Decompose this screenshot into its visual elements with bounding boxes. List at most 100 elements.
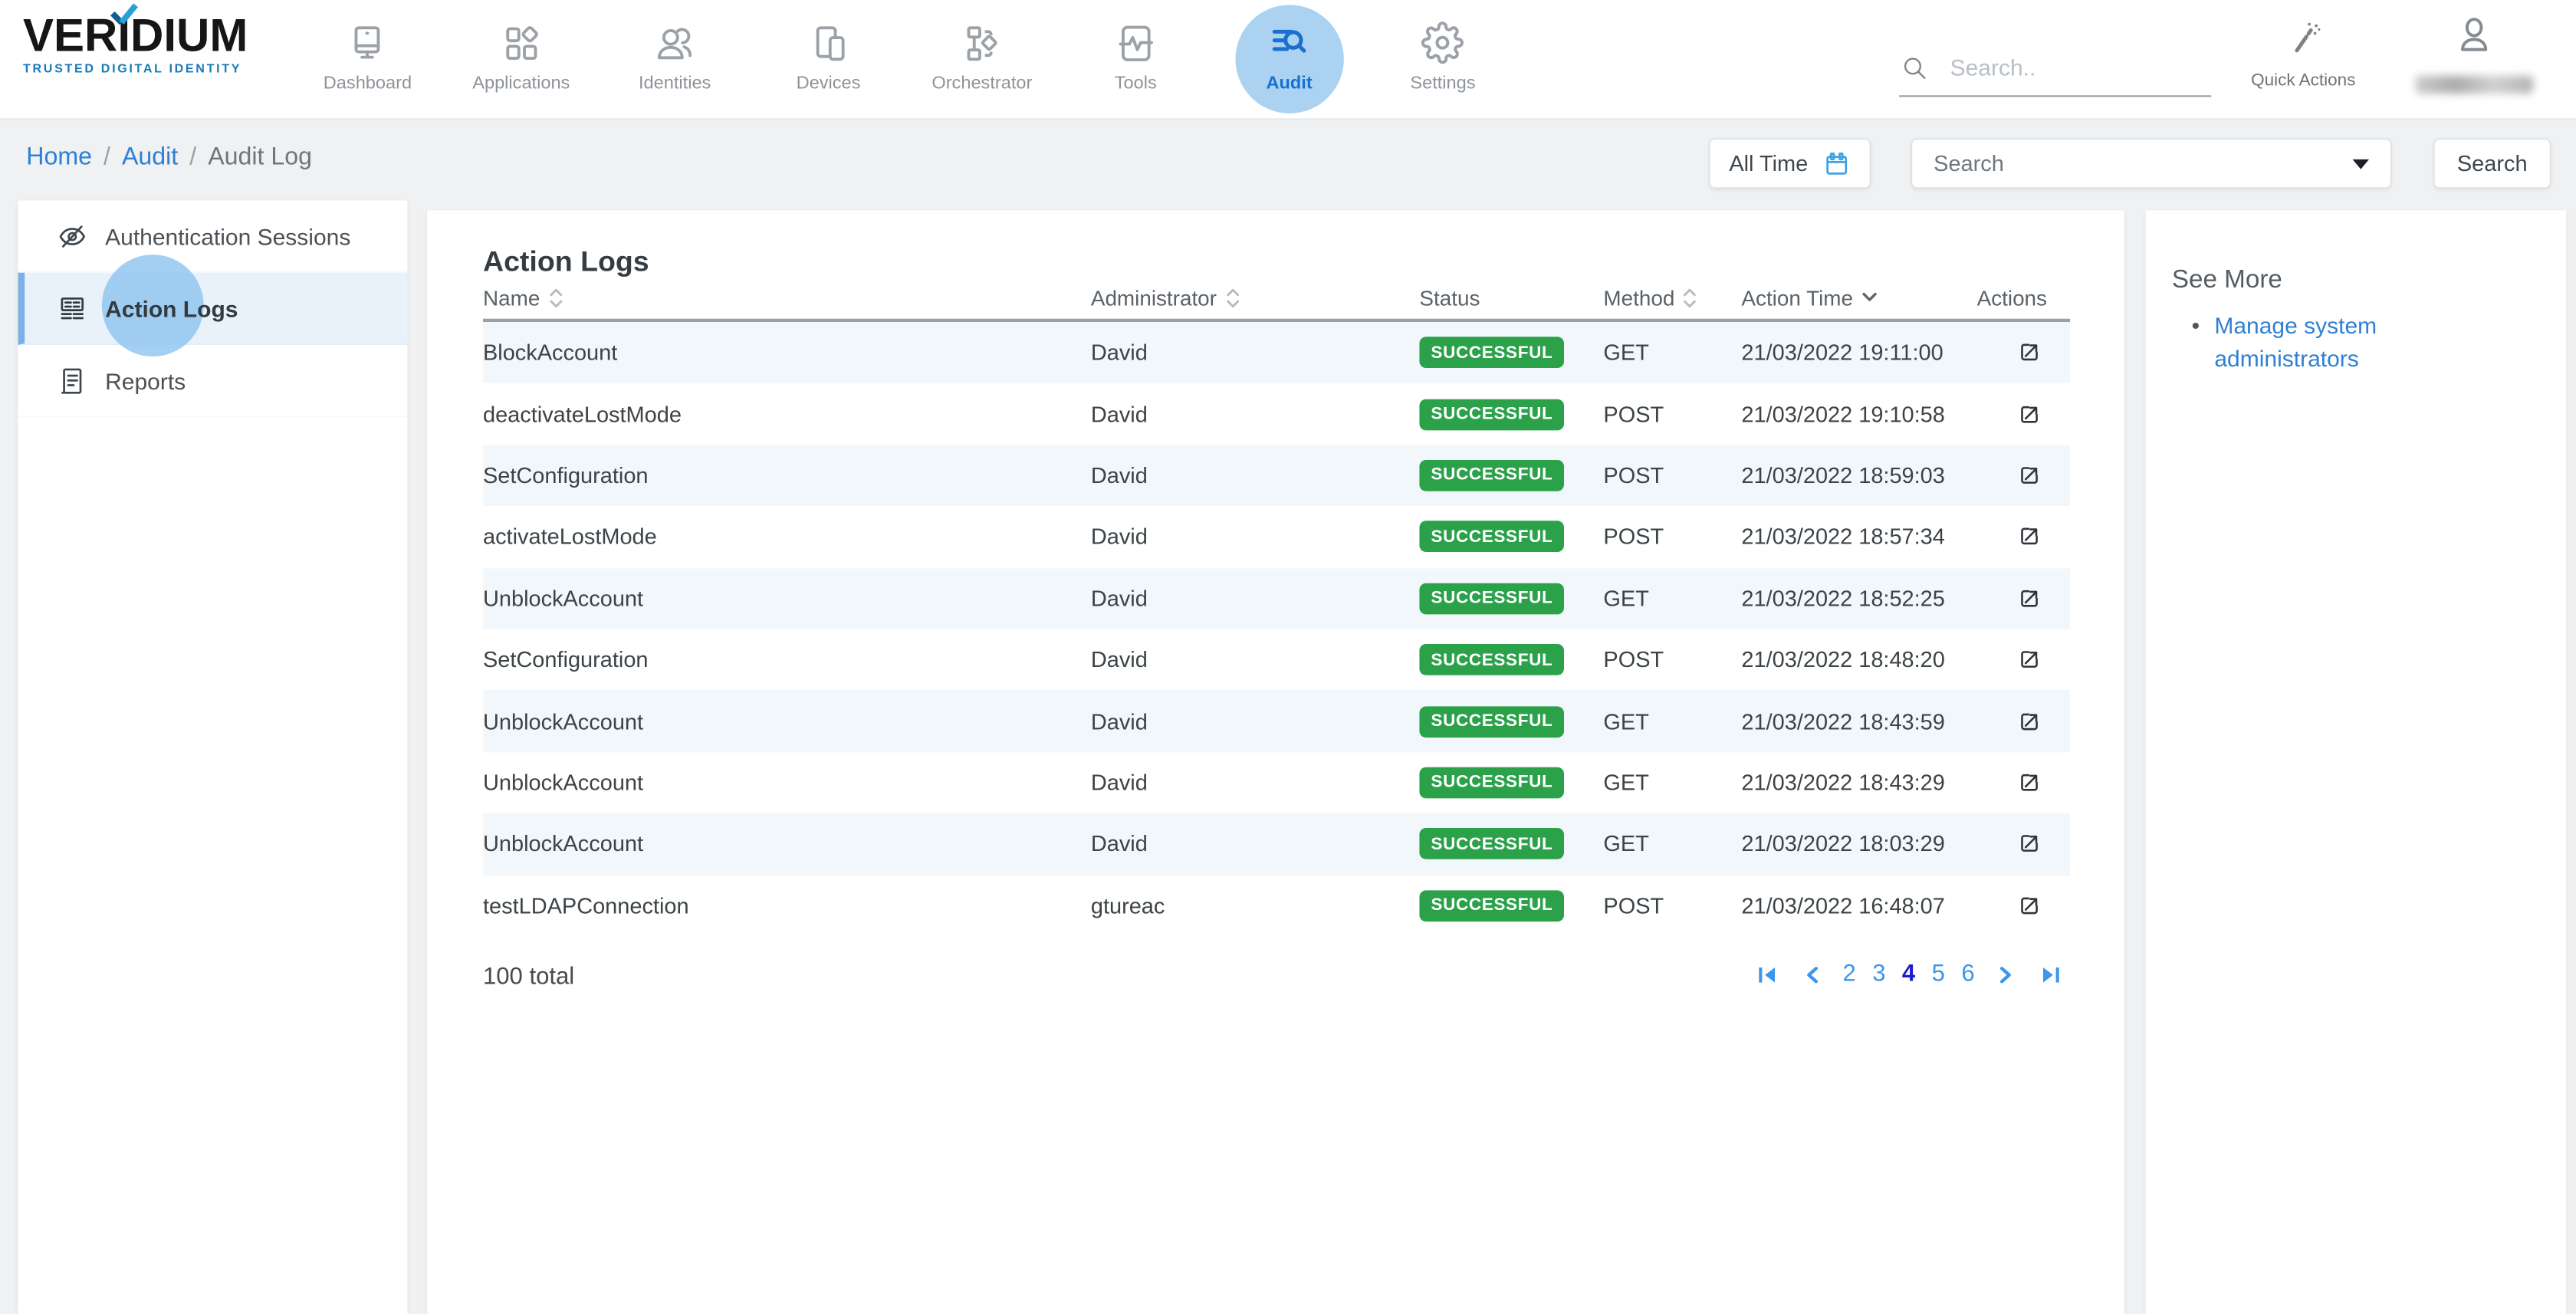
table-row[interactable]: SetConfiguration David SUCCESSFUL POST 2… [483, 445, 2070, 506]
open-log-details-icon[interactable] [2016, 769, 2043, 797]
pagination: 2 3 4 5 6 [1750, 961, 2066, 987]
open-log-details-icon[interactable] [2016, 462, 2043, 489]
sidebar-item-authentication-sessions[interactable]: Authentication Sessions [18, 200, 408, 272]
column-header-action-time[interactable]: Action Time [1741, 285, 1980, 310]
cell-name: UnblockAccount [483, 709, 1091, 734]
cell-method: POST [1603, 893, 1741, 918]
nav-item-identities[interactable]: Identities [598, 0, 751, 118]
cell-name: SetConfiguration [483, 648, 1091, 672]
sort-both-icon [548, 287, 563, 308]
nav-label: Orchestrator [932, 74, 1032, 94]
nav-item-tools[interactable]: Tools [1059, 0, 1212, 118]
status-badge: SUCCESSFUL [1419, 399, 1564, 430]
open-log-details-icon[interactable] [2016, 708, 2043, 735]
page-button-3[interactable]: 3 [1872, 961, 1885, 987]
search-dropdown-value: Search [1934, 151, 2004, 176]
status-badge: SUCCESSFUL [1419, 705, 1564, 737]
column-header-administrator[interactable]: Administrator [1091, 285, 1420, 310]
user-menu[interactable] [2405, 13, 2543, 94]
table-row[interactable]: BlockAccount David SUCCESSFUL GET 21/03/… [483, 322, 2070, 383]
cell-administrator: David [1091, 832, 1420, 856]
nav-label: Tools [1115, 74, 1157, 94]
nav-item-devices[interactable]: Devices [751, 0, 905, 118]
table-row[interactable]: UnblockAccount David SUCCESSFUL GET 21/0… [483, 567, 2070, 629]
global-search-input[interactable] [1947, 53, 2200, 83]
cell-name: UnblockAccount [483, 832, 1091, 856]
status-badge: SUCCESSFUL [1419, 829, 1564, 860]
global-search [1899, 39, 2211, 97]
column-header-status: Status [1419, 285, 1603, 310]
nav-item-applications[interactable]: Applications [445, 0, 598, 118]
nav-item-audit[interactable]: Audit [1212, 0, 1365, 118]
nav-label: Audit [1266, 74, 1312, 94]
open-log-details-icon[interactable] [2016, 892, 2043, 919]
nav-item-orchestrator[interactable]: Orchestrator [905, 0, 1059, 118]
breadcrumb-separator: / [92, 143, 122, 170]
previous-page-button[interactable] [1802, 964, 1823, 985]
sort-both-icon [1225, 287, 1240, 308]
list-item: • Manage system administrators [2192, 309, 2455, 376]
open-log-details-icon[interactable] [2016, 646, 2043, 673]
open-log-details-icon[interactable] [2016, 523, 2043, 550]
search-icon [1899, 52, 1930, 84]
first-page-button[interactable] [1754, 962, 1779, 987]
column-header-name[interactable]: Name [483, 285, 1091, 310]
veridium-logo[interactable]: VERIDIUM TRUSTED DIGITAL IDENTITY [23, 15, 253, 75]
action-logs-panel: Action Logs Name Administrator Status Me… [427, 210, 2124, 1314]
table-row[interactable]: UnblockAccount David SUCCESSFUL GET 21/0… [483, 691, 2070, 752]
cell-method: GET [1603, 340, 1741, 365]
cell-method: POST [1603, 402, 1741, 426]
page-title: Action Logs [483, 245, 649, 279]
cell-name: SetConfiguration [483, 463, 1091, 488]
page-button-2[interactable]: 2 [1842, 961, 1855, 987]
table-row[interactable]: UnblockAccount David SUCCESSFUL GET 21/0… [483, 813, 2070, 875]
cell-administrator: David [1091, 463, 1420, 488]
dropdown-caret-icon [2353, 159, 2369, 169]
search-button[interactable]: Search [2433, 138, 2551, 189]
cell-administrator: David [1091, 586, 1420, 610]
next-page-button[interactable] [1994, 964, 2016, 985]
sidebar-item-reports[interactable]: Reports [18, 345, 408, 417]
sort-both-icon [1683, 287, 1697, 308]
table-row[interactable]: SetConfiguration David SUCCESSFUL POST 2… [483, 629, 2070, 691]
breadcrumb-home[interactable]: Home [26, 143, 92, 170]
cell-administrator: gtureac [1091, 893, 1420, 918]
total-count: 100 total [483, 964, 574, 990]
manage-system-administrators-link[interactable]: Manage system administrators [2214, 309, 2398, 376]
time-range-button[interactable]: All Time [1709, 138, 1871, 189]
cell-administrator: David [1091, 402, 1420, 426]
table-row[interactable]: activateLostMode David SUCCESSFUL POST 2… [483, 506, 2070, 567]
cell-name: deactivateLostMode [483, 402, 1091, 426]
nav-item-settings[interactable]: Settings [1366, 0, 1520, 118]
page-button-5[interactable]: 5 [1932, 961, 1945, 987]
quick-actions-button[interactable]: Quick Actions [2239, 18, 2367, 90]
cell-action-time: 21/03/2022 16:48:07 [1741, 893, 1980, 918]
open-log-details-icon[interactable] [2016, 830, 2043, 858]
logo-check-icon [110, 3, 138, 26]
open-log-details-icon[interactable] [2016, 584, 2043, 612]
page-button-6[interactable]: 6 [1961, 961, 1974, 987]
column-header-method[interactable]: Method [1603, 285, 1741, 310]
breadcrumb-separator: / [178, 143, 208, 170]
nav-item-dashboard[interactable]: Dashboard [291, 0, 444, 118]
search-button-label: Search [2457, 151, 2528, 176]
status-badge: SUCCESSFUL [1419, 644, 1564, 675]
breadcrumb-audit[interactable]: Audit [122, 143, 178, 170]
open-log-details-icon[interactable] [2016, 339, 2043, 366]
status-badge: SUCCESSFUL [1419, 767, 1564, 799]
page-button-4-current[interactable]: 4 [1902, 961, 1915, 987]
eye-off-icon [56, 219, 89, 252]
cell-action-time: 21/03/2022 18:59:03 [1741, 463, 1980, 488]
search-field-dropdown[interactable]: Search [1911, 138, 2392, 189]
table-row[interactable]: UnblockAccount David SUCCESSFUL GET 21/0… [483, 752, 2070, 813]
cell-method: GET [1603, 832, 1741, 856]
sidebar-item-action-logs[interactable]: Action Logs [18, 273, 408, 345]
cell-action-time: 21/03/2022 18:43:29 [1741, 770, 1980, 795]
status-badge: SUCCESSFUL [1419, 521, 1564, 553]
table-row[interactable]: deactivateLostMode David SUCCESSFUL POST… [483, 383, 2070, 445]
open-log-details-icon[interactable] [2016, 400, 2043, 428]
action-logs-table: Name Administrator Status Method Action … [483, 276, 2070, 936]
user-icon [2453, 13, 2496, 57]
last-page-button[interactable] [2039, 962, 2063, 987]
table-row[interactable]: testLDAPConnection gtureac SUCCESSFUL PO… [483, 875, 2070, 936]
